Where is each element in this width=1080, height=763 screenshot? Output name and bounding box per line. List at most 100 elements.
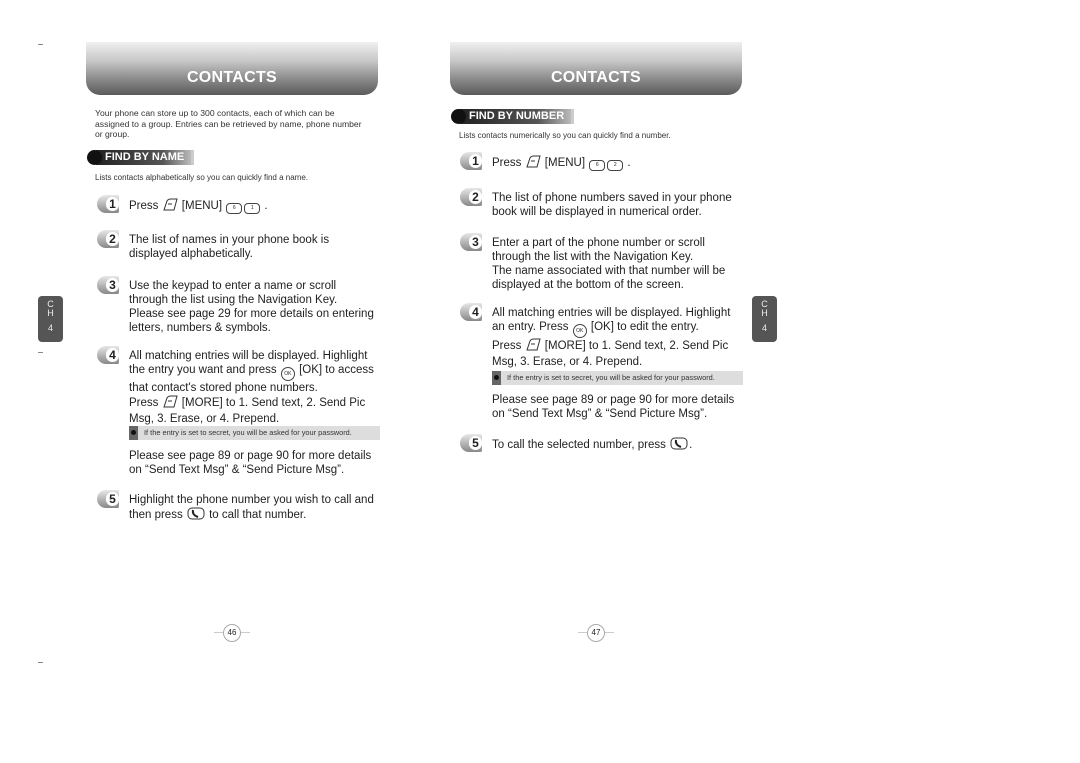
step-text: Enter a part of the phone number or scro…	[492, 237, 705, 249]
bullet-icon	[87, 150, 102, 165]
chapter-tab: C H 4	[752, 296, 777, 342]
step-text: [MENU]	[541, 157, 589, 169]
step-text: [MORE] to 1. Send text, 2. Send Pic	[541, 340, 729, 352]
step-line: displayed alphabetically.	[129, 247, 391, 261]
page-title: CONTACTS	[186, 69, 278, 86]
step-line: Msg, 3. Erase, or 4. Prepend.	[492, 355, 754, 369]
key-2-icon: 2	[607, 160, 624, 171]
step-text: .	[624, 157, 631, 169]
chapter-letters: C H	[761, 299, 768, 318]
step: 5 To call the selected number, press .	[460, 434, 754, 454]
step-line: an entry. Press OK [OK] to edit the entr…	[492, 320, 754, 338]
note-box: If the entry is set to secret, you will …	[129, 426, 380, 440]
step: Please see page 89 or page 90 for more d…	[129, 449, 391, 477]
step-text: on “Send Text Msg” & “Send Picture Msg”.	[492, 408, 708, 420]
step-number-badge: 5	[97, 490, 119, 508]
page-header-left: CONTACTS	[86, 42, 378, 95]
page-number-badge: 47	[578, 624, 614, 642]
step-line: Use the keypad to enter a name or scroll	[129, 279, 391, 293]
step-text: to call that number.	[205, 509, 307, 521]
step-number-badge: 2	[97, 230, 119, 248]
step-line: through the list using the Navigation Ke…	[129, 293, 391, 307]
step: Please see page 89 or page 90 for more d…	[492, 393, 754, 421]
step-text: letters, numbers & symbols.	[129, 322, 271, 334]
step-number-badge: 4	[97, 346, 119, 364]
send-key-icon	[187, 507, 205, 524]
page-number: 46	[223, 624, 241, 642]
section-description: Lists contacts numerically so you can qu…	[459, 131, 671, 140]
send-key-icon	[670, 437, 688, 454]
step-text: the entry you want and press	[129, 364, 280, 376]
section-description: Lists contacts alphabetically so you can…	[95, 173, 309, 182]
step-text: All matching entries will be displayed. …	[492, 307, 731, 319]
step-line: Highlight the phone number you wish to c…	[129, 493, 391, 507]
step-text: Press	[492, 157, 525, 169]
chapter-number: 4	[761, 323, 767, 333]
step-text: [MENU]	[178, 200, 226, 212]
step-line: Please see page 89 or page 90 for more d…	[492, 393, 754, 407]
step-text: Highlight the phone number you wish to c…	[129, 494, 374, 506]
note-bullet-icon	[129, 426, 138, 440]
step-line: Enter a part of the phone number or scro…	[492, 236, 754, 250]
step-line: The list of phone numbers saved in your …	[492, 191, 754, 205]
step-number: 4	[106, 348, 119, 362]
step-text: Please see page 89 or page 90 for more d…	[492, 394, 735, 406]
step-text: that contact's stored phone numbers.	[129, 382, 318, 394]
step: 1 Press [MENU] 62 .	[460, 152, 754, 172]
step-text: .	[261, 200, 268, 212]
step: 3 Enter a part of the phone number or scr…	[460, 233, 754, 292]
step-number-badge: 2	[460, 188, 482, 206]
step-line: Press [MORE] to 1. Send text, 2. Send Pi…	[129, 395, 391, 412]
step-text: Please see page 89 or page 90 for more d…	[129, 450, 372, 462]
step-line: Msg, 3. Erase, or 4. Prepend.	[129, 412, 391, 426]
step-text: .	[689, 439, 693, 451]
step-number: 1	[469, 154, 482, 168]
step-number: 3	[106, 278, 119, 292]
page-header-right: CONTACTS	[450, 42, 742, 95]
ok-key-icon: OK	[572, 324, 587, 338]
step-number-badge: 3	[460, 233, 482, 251]
step-number: 2	[469, 190, 482, 204]
step-text: an entry. Press	[492, 321, 572, 333]
step-number: 4	[469, 305, 482, 319]
step-number-badge: 5	[460, 434, 482, 452]
step: 2 The list of phone numbers saved in your…	[460, 188, 754, 219]
step-text: Please see page 29 for more details on e…	[129, 308, 374, 320]
step: 1 Press [MENU] 61 .	[97, 195, 391, 215]
step-text: All matching entries will be displayed. …	[129, 350, 368, 362]
note-bullet-icon	[492, 371, 501, 385]
step-line: The list of names in your phone book is	[129, 233, 391, 247]
step-line: All matching entries will be displayed. …	[129, 349, 391, 363]
step-number: 5	[469, 436, 482, 450]
crop-mark	[38, 662, 43, 663]
step-text: displayed at the bottom of the screen.	[492, 279, 684, 291]
key-6-icon: 6	[589, 160, 606, 171]
step: 4 All matching entries will be displayed.…	[97, 346, 391, 426]
page-number-badge: 46	[214, 624, 250, 642]
step-number-badge: 3	[97, 276, 119, 294]
step-line: through the list with the Navigation Key…	[492, 250, 754, 264]
step-line: book will be displayed in numerical orde…	[492, 205, 754, 219]
step-text: through the list using the Navigation Ke…	[129, 294, 338, 306]
step-text: book will be displayed in numerical orde…	[492, 206, 702, 218]
step-text: The list of names in your phone book is	[129, 234, 330, 246]
step-text: Msg, 3. Erase, or 4. Prepend.	[492, 356, 643, 368]
step-line: The name associated with that number wil…	[492, 264, 754, 278]
step-text: [MORE] to 1. Send text, 2. Send Pic	[178, 397, 366, 409]
step-line: on “Send Text Msg” & “Send Picture Msg”.	[129, 463, 391, 477]
step-number-badge: 1	[97, 195, 119, 213]
section-heading-find-by-name: FIND BY NAME	[87, 150, 195, 165]
step-text: The list of phone numbers saved in your …	[492, 192, 732, 204]
menu-softkey-icon	[162, 395, 178, 412]
step-line: Press [MENU] 61 .	[129, 198, 391, 215]
section-heading-find-by-number: FIND BY NUMBER	[451, 109, 575, 124]
step-line: Please see page 29 for more details on e…	[129, 307, 391, 321]
step: 2 The list of names in your phone book is…	[97, 230, 391, 261]
menu-softkey-icon	[525, 338, 541, 355]
page-title: CONTACTS	[550, 69, 642, 86]
step-text: on “Send Text Msg” & “Send Picture Msg”.	[129, 464, 345, 476]
step-text: Press	[129, 397, 162, 409]
step-line: All matching entries will be displayed. …	[492, 306, 754, 320]
step-text: [OK] to access	[295, 364, 374, 376]
step-line: then press to call that number.	[129, 507, 391, 524]
